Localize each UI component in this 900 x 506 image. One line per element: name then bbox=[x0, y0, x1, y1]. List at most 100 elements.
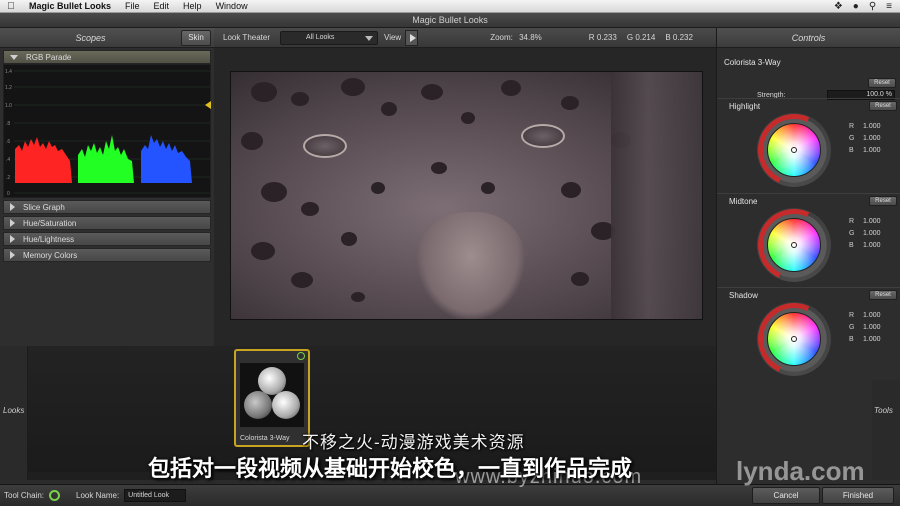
tools-drawer-tab[interactable]: Tools bbox=[872, 380, 900, 480]
look-name-field[interactable]: Untitled Look bbox=[124, 489, 187, 502]
r-label: R bbox=[588, 33, 595, 42]
shadow-color-wheel[interactable] bbox=[747, 292, 841, 386]
b-label: B bbox=[665, 33, 671, 42]
menu-edit[interactable]: Edit bbox=[147, 1, 177, 11]
section-slice-graph[interactable]: Slice Graph bbox=[3, 200, 211, 214]
nose-shape bbox=[416, 212, 526, 319]
axis-tick: .8 bbox=[6, 121, 10, 127]
finished-button[interactable]: Finished bbox=[822, 487, 894, 504]
shadow-b[interactable]: 1.000 bbox=[863, 334, 881, 346]
menu-help[interactable]: Help bbox=[176, 1, 209, 11]
zoom-label: Zoom: bbox=[490, 33, 513, 42]
rgb-parade-scope: 1.4 1.2 1.0 .8 .6 .4 .2 0 bbox=[3, 64, 211, 198]
highlight-wheel-block: Highlight Reset R 1.000 G 1.000 B 1.000 bbox=[717, 98, 900, 197]
skin-button[interactable]: Skin bbox=[181, 29, 211, 46]
pixel-readout: R 0.233 G 0.214 B 0.232 bbox=[589, 33, 693, 42]
highlight-handle[interactable] bbox=[791, 147, 797, 153]
controls-header: Controls bbox=[717, 28, 900, 48]
highlight-reset-button[interactable]: Reset bbox=[869, 101, 897, 111]
tool-card-label: Colorista 3-Way bbox=[240, 435, 290, 442]
apple-icon[interactable]:  bbox=[0, 1, 22, 12]
section-label: Memory Colors bbox=[23, 250, 78, 260]
shadow-reset-button[interactable]: Reset bbox=[869, 290, 897, 300]
bottom-bar: Tool Chain: Look Name: Untitled Look Can… bbox=[0, 484, 900, 506]
colorista-tool-card[interactable]: Colorista 3-Way bbox=[234, 349, 310, 447]
expand-triangle-icon bbox=[10, 219, 15, 227]
viewer-toolbar: Look Theater All Looks View Zoom: 34.8% … bbox=[214, 28, 716, 48]
expand-triangle-icon bbox=[10, 235, 15, 243]
tools-label: Tools bbox=[874, 406, 893, 415]
midtone-wheel-block: Midtone Reset R 1.000 G 1.000 B 1.000 bbox=[717, 193, 900, 292]
highlight-color-wheel[interactable] bbox=[747, 103, 841, 197]
midtone-handle[interactable] bbox=[791, 242, 797, 248]
highlight-r[interactable]: 1.000 bbox=[863, 121, 881, 133]
midtone-reset-button[interactable]: Reset bbox=[869, 196, 897, 206]
reset-all-button[interactable]: Reset bbox=[868, 78, 896, 88]
section-label: RGB Parade bbox=[26, 52, 72, 62]
highlight-values: R 1.000 G 1.000 B 1.000 bbox=[849, 121, 881, 157]
menu-file[interactable]: File bbox=[118, 1, 147, 11]
look-name-label: Look Name: bbox=[76, 491, 120, 500]
zoom-value: 34.8% bbox=[519, 33, 542, 42]
axis-tick: 1.2 bbox=[5, 85, 12, 91]
cancel-button[interactable]: Cancel bbox=[752, 487, 820, 504]
power-icon[interactable] bbox=[297, 352, 305, 360]
scopes-header: Scopes Skin bbox=[0, 28, 214, 48]
shadow-r[interactable]: 1.000 bbox=[863, 310, 881, 322]
red-channel-trace bbox=[15, 137, 72, 183]
tool-chain-power-icon[interactable] bbox=[49, 490, 61, 501]
right-eye-shape bbox=[521, 124, 565, 148]
axis-tick: 0 bbox=[7, 191, 10, 197]
zoom-readout: Zoom: 34.8% bbox=[490, 33, 542, 42]
left-eye-shape bbox=[303, 134, 347, 158]
search-icon[interactable]: ⚲ bbox=[869, 1, 876, 12]
look-filter-dropdown[interactable]: All Looks bbox=[280, 30, 378, 45]
subtitle-caption: 包括对一段视频从基础开始校色，一直到作品完成 bbox=[148, 456, 633, 481]
watermark-top: 不移之火-动漫游戏美术资源 bbox=[302, 433, 525, 452]
user-icon[interactable]: ● bbox=[853, 1, 859, 12]
collapse-triangle-icon bbox=[10, 54, 18, 60]
shadow-values: R 1.000 G 1.000 B 1.000 bbox=[849, 310, 881, 346]
section-rgb-parade[interactable]: RGB Parade bbox=[3, 50, 211, 64]
section-memory-colors[interactable]: Memory Colors bbox=[3, 248, 211, 262]
look-theater-viewer bbox=[214, 48, 716, 346]
chevron-down-icon bbox=[365, 35, 373, 41]
menu-window[interactable]: Window bbox=[209, 1, 255, 11]
looks-drawer-tab[interactable]: Looks bbox=[0, 346, 28, 480]
controls-title: Controls bbox=[791, 32, 826, 43]
midtone-r[interactable]: 1.000 bbox=[863, 216, 881, 228]
shadow-g[interactable]: 1.000 bbox=[863, 322, 881, 334]
highlight-g[interactable]: 1.000 bbox=[863, 133, 881, 145]
list-icon[interactable]: ≡ bbox=[886, 1, 892, 12]
midtone-values: R 1.000 G 1.000 B 1.000 bbox=[849, 216, 881, 252]
look-filter-value: All Looks bbox=[306, 34, 335, 41]
rgb-parade-graph: 1.4 1.2 1.0 .8 .6 .4 .2 0 bbox=[5, 69, 210, 197]
menu-app-name[interactable]: Magic Bullet Looks bbox=[22, 1, 118, 11]
midtone-color-wheel[interactable] bbox=[747, 198, 841, 292]
highlight-b[interactable]: 1.000 bbox=[863, 145, 881, 157]
midtone-g[interactable]: 1.000 bbox=[863, 228, 881, 240]
preview-image[interactable] bbox=[230, 71, 703, 320]
look-theater-label: Look Theater bbox=[223, 33, 270, 42]
expand-triangle-icon bbox=[10, 203, 15, 211]
level-marker-icon[interactable] bbox=[205, 101, 211, 109]
play-icon[interactable] bbox=[405, 29, 419, 46]
watermark-brand: lynda.com bbox=[736, 456, 865, 486]
scopes-panel: Scopes Skin RGB Parade 1.4 1.2 1.0 .8 .6… bbox=[0, 28, 214, 346]
section-hue-lightness[interactable]: Hue/Lightness bbox=[3, 232, 211, 246]
axis-tick: 1.4 bbox=[5, 69, 12, 75]
axis-tick: 1.0 bbox=[5, 103, 12, 109]
highlight-label: Highlight bbox=[729, 102, 761, 111]
axis-tick: .4 bbox=[6, 157, 10, 163]
midtone-label: Midtone bbox=[729, 197, 758, 206]
midtone-b[interactable]: 1.000 bbox=[863, 240, 881, 252]
window-title: Magic Bullet Looks bbox=[0, 13, 900, 28]
shadow-label: Shadow bbox=[729, 291, 758, 300]
view-button[interactable]: View bbox=[384, 33, 401, 42]
blue-channel-trace bbox=[141, 135, 192, 183]
section-hue-saturation[interactable]: Hue/Saturation bbox=[3, 216, 211, 230]
expand-triangle-icon bbox=[10, 251, 15, 259]
tool-name: Colorista 3-Way bbox=[724, 58, 781, 67]
dropbox-icon[interactable]: ❖ bbox=[834, 1, 843, 12]
shadow-handle[interactable] bbox=[791, 336, 797, 342]
